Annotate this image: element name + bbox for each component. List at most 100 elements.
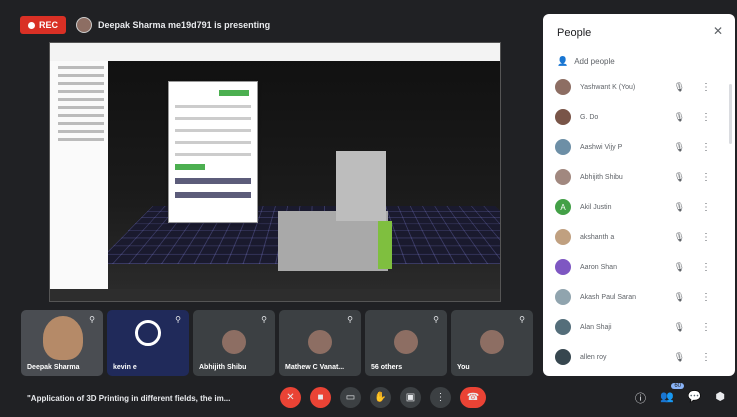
present-button[interactable]: ▣: [400, 387, 421, 408]
tile-name: kevin e: [113, 364, 137, 371]
info-icon[interactable]: ⓘ: [635, 390, 646, 406]
participant-row[interactable]: Alan Shaji 🎙 ⋮: [543, 312, 731, 342]
more-vert-icon[interactable]: ⋮: [701, 202, 711, 213]
participant-row[interactable]: G. Do 🎙 ⋮: [543, 102, 731, 132]
participant-avatar: [555, 229, 571, 245]
people-panel-title: People: [557, 27, 592, 39]
meeting-caption: "Application of 3D Printing in different…: [27, 394, 231, 403]
tile-name: Mathew C Vanat...: [285, 364, 345, 371]
participant-row[interactable]: akshanth a 🎙 ⋮: [543, 222, 731, 252]
mic-muted-icon: 🎙: [673, 291, 685, 302]
participant-tile[interactable]: ⚲ kevin e: [107, 310, 189, 376]
more-vert-icon[interactable]: ⋮: [701, 112, 711, 123]
participant-name: Yashwant K (You): [580, 83, 636, 91]
mic-muted-icon: 🎙: [673, 111, 685, 122]
recording-label: REC: [39, 20, 59, 30]
3d-part-highlight: [378, 221, 392, 269]
shared-taskbar: [50, 289, 500, 301]
cad-3d-viewport: [108, 61, 500, 289]
tile-name: You: [457, 364, 470, 371]
mic-muted-icon: ⚲: [89, 315, 95, 324]
participant-name: Akil Justin: [580, 203, 612, 211]
leave-call-button[interactable]: ☎: [460, 387, 486, 408]
participant-avatar: [555, 169, 571, 185]
bottom-bar: "Application of 3D Printing in different…: [0, 380, 737, 417]
more-vert-icon[interactable]: ⋮: [701, 352, 711, 363]
camera-off-button[interactable]: ■: [310, 387, 331, 408]
tile-name: Abhijith Shibu: [199, 364, 247, 371]
video-feed: [43, 316, 83, 360]
more-vert-icon[interactable]: ⋮: [701, 292, 711, 303]
participant-tiles: ⚲ Deepak Sharma ⚲ kevin e ⚲ Abhijith Shibu ⚲ Ma…: [21, 310, 533, 376]
participant-avatar: A: [555, 199, 571, 215]
more-vert-icon[interactable]: ⋮: [701, 142, 711, 153]
participant-avatar: [555, 139, 571, 155]
more-vert-icon[interactable]: ⋮: [701, 262, 711, 273]
mic-muted-icon: 🎙: [673, 171, 685, 182]
participant-tile[interactable]: ⚲ Deepak Sharma: [21, 310, 103, 376]
participant-row[interactable]: A Akil Justin 🎙 ⋮: [543, 192, 731, 222]
tile-avatar: [308, 330, 332, 354]
activities-icon[interactable]: ⬢: [715, 390, 725, 406]
cad-menubar: [50, 43, 500, 62]
add-people-label: Add people: [574, 57, 615, 66]
top-bar: REC Deepak Sharma me19d791 is presenting: [20, 14, 270, 36]
participant-avatar: [555, 109, 571, 125]
participant-avatar: [555, 259, 571, 275]
mic-muted-icon: ⚲: [175, 315, 181, 324]
add-people-button[interactable]: 👤 Add people: [557, 56, 615, 67]
call-controls: ✕ ■ ▭ ✋ ▣ ⋮ ☎: [280, 387, 486, 408]
mic-muted-icon: 🎙: [673, 201, 685, 212]
participant-list: Yashwant K (You) 🎙 ⋮ G. Do 🎙 ⋮ Aashwi Vijy P 🎙 ⋮…: [543, 72, 731, 372]
presenter-avatar: [76, 17, 93, 33]
mic-muted-icon: 🎙: [673, 141, 685, 152]
mic-muted-icon: ⚲: [347, 315, 353, 324]
participant-name: G. Do: [580, 113, 599, 121]
obs-logo-icon: [135, 320, 161, 346]
add-person-icon: 👤: [557, 56, 569, 66]
participant-row[interactable]: Aaron Shan 🎙 ⋮: [543, 252, 731, 282]
participant-row[interactable]: Abhijith Shibu 🎙 ⋮: [543, 162, 731, 192]
participant-row[interactable]: Yashwant K (You) 🎙 ⋮: [543, 72, 731, 102]
close-icon[interactable]: ✕: [713, 24, 723, 38]
presenting-banner: Deepak Sharma me19d791 is presenting: [76, 17, 270, 33]
participant-row[interactable]: Akash Paul Saran 🎙 ⋮: [543, 282, 731, 312]
tile-name: Deepak Sharma: [27, 364, 80, 371]
participant-scrollbar[interactable]: [729, 84, 732, 144]
participant-name: Aaron Shan: [580, 263, 617, 271]
cad-feature-tree: [50, 61, 109, 289]
participant-tile[interactable]: ⚲ Mathew C Vanat...: [279, 310, 361, 376]
cad-settings-dialog: [168, 81, 258, 223]
participant-tile[interactable]: ⚲ You: [451, 310, 533, 376]
more-vert-icon[interactable]: ⋮: [701, 172, 711, 183]
more-options-button[interactable]: ⋮: [430, 387, 451, 408]
3d-part-top: [336, 151, 386, 221]
mic-muted-icon: 🎙: [673, 321, 685, 332]
recording-badge: REC: [20, 16, 67, 34]
side-controls: ⓘ 👥 💬 ⬢: [635, 390, 725, 406]
participant-name: akshanth a: [580, 233, 615, 241]
chat-icon[interactable]: 💬: [688, 390, 702, 406]
mic-muted-icon: ⚲: [261, 315, 267, 324]
raise-hand-button[interactable]: ✋: [370, 387, 391, 408]
more-vert-icon[interactable]: ⋮: [701, 82, 711, 93]
captions-button[interactable]: ▭: [340, 387, 361, 408]
people-panel: People ✕ 👤 Add people Yashwant K (You) 🎙 ⋮…: [543, 14, 735, 376]
participant-avatar: [555, 289, 571, 305]
participant-row[interactable]: Aashwi Vijy P 🎙 ⋮: [543, 132, 731, 162]
people-icon[interactable]: 👥: [660, 390, 674, 406]
participant-row[interactable]: allen roy 🎙 ⋮: [543, 342, 731, 372]
tile-name: 56 others: [371, 364, 403, 371]
tile-avatar: [480, 330, 504, 354]
mic-off-button[interactable]: ✕: [280, 387, 301, 408]
mic-muted-icon: 🎙: [673, 351, 685, 362]
mic-muted-icon: 🎙: [673, 231, 685, 242]
participant-tile[interactable]: ⚲ Abhijith Shibu: [193, 310, 275, 376]
presenting-text: Deepak Sharma me19d791 is presenting: [98, 20, 271, 30]
more-vert-icon[interactable]: ⋮: [701, 232, 711, 243]
mic-muted-icon: ⚲: [433, 315, 439, 324]
shared-screen: [49, 42, 501, 302]
tile-avatar: [394, 330, 418, 354]
more-vert-icon[interactable]: ⋮: [701, 322, 711, 333]
participant-tile[interactable]: ⚲ 56 others: [365, 310, 447, 376]
